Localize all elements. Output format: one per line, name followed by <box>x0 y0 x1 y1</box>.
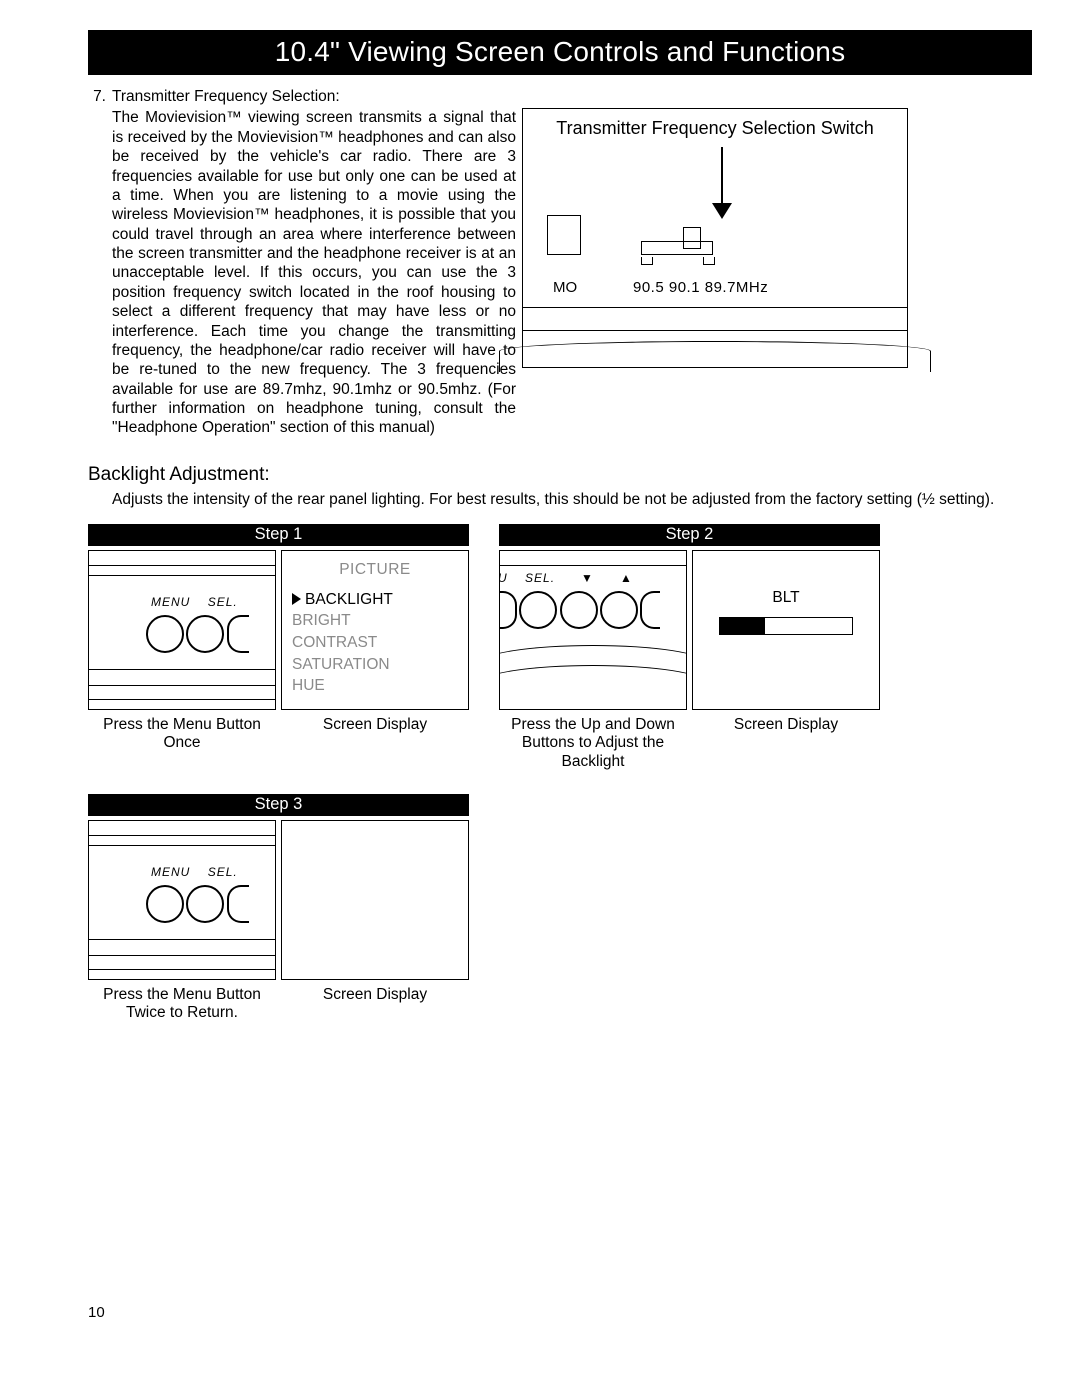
osd-item-saturation: SATURATION <box>292 654 458 676</box>
menu-label: MENU <box>151 595 190 609</box>
step-2-screen-display: BLT <box>692 550 880 710</box>
up-button-icon <box>600 591 638 629</box>
step-2-label: Step 2 <box>666 525 714 543</box>
step-2-panel-caption: Press the Up and Down Buttons to Adjust … <box>499 714 687 772</box>
page-number: 10 <box>88 1304 105 1321</box>
step-1-screen-display: PICTURE BACKLIGHT BRIGHT CONTRAST SATURA… <box>281 550 469 710</box>
backlight-heading: Backlight Adjustment: <box>88 464 1032 486</box>
blt-bar-fill <box>720 618 765 634</box>
menu-button-icon <box>146 615 184 653</box>
osd-title: PICTURE <box>292 559 458 581</box>
step-3-label: Step 3 <box>255 795 303 813</box>
item-7-body: The Movievision™ viewing screen transmit… <box>112 108 516 437</box>
switch-tick-left <box>641 257 653 265</box>
panel-curve <box>499 341 931 372</box>
up-arrow-icon: ▲ <box>620 571 633 585</box>
arrow-down-icon <box>712 203 732 219</box>
step-1-panel-caption: Press the Menu Button Once <box>88 714 276 772</box>
step-3-panel-diagram: MENU SEL. <box>88 820 276 980</box>
step-2-screen-caption: Screen Display <box>692 714 880 772</box>
menu-label-3: MENU <box>151 865 190 879</box>
selection-arrow-icon <box>292 593 301 605</box>
page-title: 10.4" Viewing Screen Controls and Functi… <box>275 36 846 67</box>
step-2-bar: Step 2 <box>499 524 880 546</box>
blt-bar <box>719 617 853 635</box>
step-3-screen-display <box>281 820 469 980</box>
partial-button-icon <box>227 615 249 653</box>
switch-slot-1 <box>547 215 581 255</box>
step-1-bar: Step 1 <box>88 524 469 546</box>
blt-label: BLT <box>719 589 853 607</box>
switch-tick-right <box>703 257 715 265</box>
osd-item-hue: HUE <box>292 675 458 697</box>
frequency-diagram: Transmitter Frequency Selection Switch M… <box>522 108 922 368</box>
item-7-row: 7. Transmitter Frequency Selection: The … <box>88 87 1032 438</box>
step-1-panel-diagram: MENU SEL. <box>88 550 276 710</box>
switch-knob <box>683 227 701 249</box>
page-title-bar: 10.4" Viewing Screen Controls and Functi… <box>88 30 1032 75</box>
partial-button-left-icon <box>499 591 517 629</box>
step-1-screen-caption: Screen Display <box>281 714 469 772</box>
steps-grid: Step 1 Step 2 MENU SEL. PICTURE <box>88 524 1032 1023</box>
switch-track <box>641 241 713 255</box>
down-arrow-icon: ▼ <box>581 571 594 585</box>
osd-item-backlight: BACKLIGHT <box>305 591 393 608</box>
step-3-bar: Step 3 <box>88 794 469 816</box>
panel-curve-2 <box>499 665 687 710</box>
sel-button-icon <box>186 615 224 653</box>
step-1-label: Step 1 <box>255 525 303 543</box>
partial-button-right-icon <box>640 591 660 629</box>
arrow-line <box>721 147 723 209</box>
mo-label: MO <box>553 279 577 298</box>
partial-button-3-icon <box>227 885 249 923</box>
osd-item-contrast: CONTRAST <box>292 632 458 654</box>
menu-button-3-icon <box>146 885 184 923</box>
step-2-panel-diagram: U SEL. ▼ ▲ <box>499 550 687 710</box>
step-3-screen-caption: Screen Display <box>281 984 469 1023</box>
frequency-diagram-caption: Transmitter Frequency Selection Switch <box>523 109 907 140</box>
sel-label: SEL. <box>208 595 238 609</box>
u-label: U <box>499 571 508 585</box>
panel-strip <box>523 307 907 331</box>
osd-item-bright: BRIGHT <box>292 610 458 632</box>
step-3-panel-caption: Press the Menu Button Twice to Return. <box>88 984 276 1023</box>
down-button-icon <box>560 591 598 629</box>
item-7-heading: Transmitter Frequency Selection: <box>112 87 1032 106</box>
sel-button-3-icon <box>186 885 224 923</box>
sel-label-2: SEL. <box>525 571 555 585</box>
frequency-labels: 90.5 90.1 89.7MHz <box>633 279 768 298</box>
sel-label-3: SEL. <box>208 865 238 879</box>
item-7-number: 7. <box>88 87 108 106</box>
sel-button-2-icon <box>519 591 557 629</box>
backlight-description: Adjusts the intensity of the rear panel … <box>112 490 1032 510</box>
